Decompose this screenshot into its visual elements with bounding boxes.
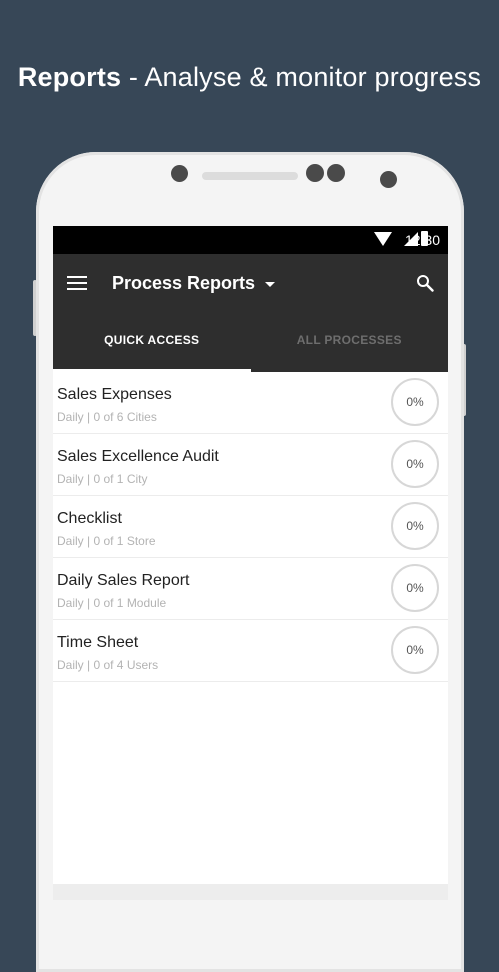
report-name: Sales Expenses bbox=[57, 386, 172, 403]
progress-ring: 0% bbox=[391, 626, 439, 674]
tab-quick-access[interactable]: QUICK ACCESS bbox=[53, 312, 251, 372]
list-item[interactable]: Checklist Daily | 0 of 1 Store 0% bbox=[53, 496, 448, 558]
list-item[interactable]: Sales Excellence Audit Daily | 0 of 1 Ci… bbox=[53, 434, 448, 496]
camera-icon bbox=[327, 164, 345, 182]
report-meta: Daily | 0 of 1 Store bbox=[57, 534, 156, 548]
tab-bar: QUICK ACCESS ALL PROCESSES bbox=[53, 312, 448, 372]
search-icon[interactable] bbox=[416, 274, 434, 292]
screen-bottom-bezel bbox=[53, 884, 448, 900]
camera-icon bbox=[306, 164, 324, 182]
progress-ring: 0% bbox=[391, 378, 439, 426]
app-bar: Process Reports bbox=[53, 254, 448, 312]
speaker-grille bbox=[202, 172, 298, 180]
sensor-icon bbox=[171, 165, 188, 182]
headline-rest: - Analyse & monitor progress bbox=[121, 62, 482, 92]
report-name: Checklist bbox=[57, 510, 122, 527]
list-item[interactable]: Daily Sales Report Daily | 0 of 1 Module… bbox=[53, 558, 448, 620]
report-name: Time Sheet bbox=[57, 634, 139, 651]
process-selector-title[interactable]: Process Reports bbox=[112, 273, 255, 294]
report-meta: Daily | 0 of 4 Users bbox=[57, 658, 159, 672]
report-meta: Daily | 0 of 6 Cities bbox=[57, 410, 157, 424]
progress-ring: 0% bbox=[391, 564, 439, 612]
hamburger-menu-icon[interactable] bbox=[67, 276, 87, 290]
tab-all-processes[interactable]: ALL PROCESSES bbox=[251, 312, 449, 372]
status-bar: 12:30 bbox=[53, 226, 448, 254]
promo-headline: Reports - Analyse & monitor progress bbox=[0, 62, 499, 93]
report-name: Daily Sales Report bbox=[57, 572, 190, 589]
status-time: 12:30 bbox=[404, 232, 440, 248]
report-name: Sales Excellence Audit bbox=[57, 448, 219, 465]
wifi-icon bbox=[374, 232, 392, 246]
progress-ring: 0% bbox=[391, 440, 439, 488]
report-meta: Daily | 0 of 1 City bbox=[57, 472, 148, 486]
headline-bold: Reports bbox=[17, 62, 122, 92]
sensor-icon bbox=[380, 171, 397, 188]
progress-ring: 0% bbox=[391, 502, 439, 550]
dropdown-caret-icon[interactable] bbox=[265, 282, 275, 287]
list-item[interactable]: Time Sheet Daily | 0 of 4 Users 0% bbox=[53, 620, 448, 682]
report-list: Sales Expenses Daily | 0 of 6 Cities 0% … bbox=[53, 372, 448, 682]
list-item[interactable]: Sales Expenses Daily | 0 of 6 Cities 0% bbox=[53, 372, 448, 434]
report-meta: Daily | 0 of 1 Module bbox=[57, 596, 167, 610]
phone-screen: 12:30 Process Reports QUICK ACCESS ALL P… bbox=[53, 226, 448, 900]
